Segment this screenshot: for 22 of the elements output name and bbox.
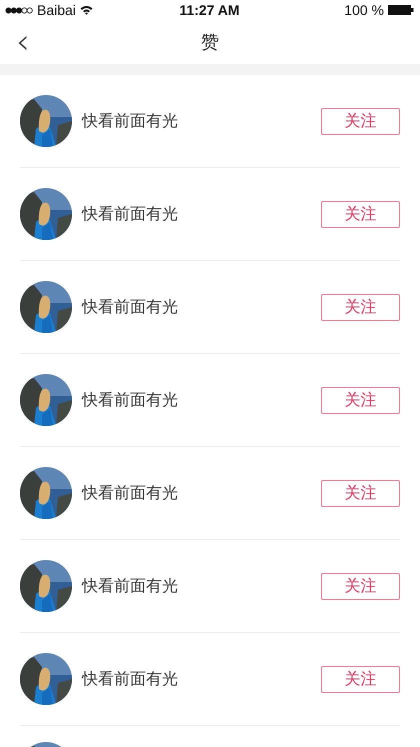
follow-button[interactable]: 关注	[321, 294, 400, 320]
wifi-icon	[80, 5, 93, 15]
follow-button[interactable]: 关注	[321, 666, 400, 692]
follow-button[interactable]: 关注	[321, 386, 400, 414]
user-name: 快看前面有光	[82, 484, 179, 504]
carrier-name: Baibai	[37, 2, 76, 18]
user-name: 快看前面有光	[82, 390, 179, 410]
user-name: 快看前面有光	[82, 204, 179, 224]
follow-button[interactable]: 关注	[321, 108, 400, 134]
back-button[interactable]: ‹	[0, 25, 30, 59]
battery-icon	[388, 5, 414, 15]
user-name: 快看前面有光	[82, 576, 179, 596]
user-name: 快看前面有光	[82, 298, 179, 318]
user-name: 快看前面有光	[82, 670, 179, 690]
battery-percent: 100 %	[344, 2, 384, 18]
follow-button[interactable]: 关注	[321, 480, 400, 506]
signal-icon	[5, 6, 33, 14]
follow-button[interactable]: 关注	[321, 200, 400, 228]
follow-button[interactable]: 关注	[321, 572, 400, 600]
page-title: 赞	[201, 31, 219, 54]
status-time: 11:27 AM	[179, 2, 240, 18]
user-name: 快看前面有光	[82, 112, 179, 132]
